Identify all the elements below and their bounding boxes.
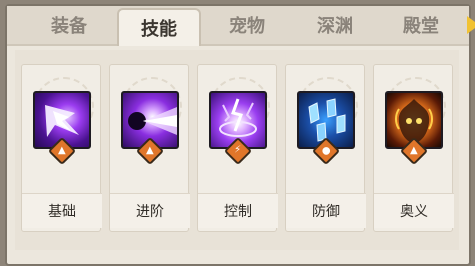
tab-bar: 装备 技能 宠物 深渊 殿堂 — [7, 6, 475, 46]
tab-equipment[interactable]: 装备 — [27, 6, 111, 44]
scroll-right-arrow-icon[interactable] — [467, 16, 475, 34]
tab-abyss[interactable]: 深渊 — [293, 6, 377, 44]
skill-card-basic[interactable]: ▲ 基础 — [21, 64, 102, 232]
skill-card-label: 奥义 — [374, 193, 454, 228]
skill-card-control[interactable]: ⚡ 控制 — [197, 64, 278, 232]
skills-panel: 装备 技能 宠物 深渊 殿堂 ▲ 基础 ▲ 进阶 ⚡ 控制 ● 防御 ▲ 奥义 — [5, 4, 475, 266]
skill-cards-area: ▲ 基础 ▲ 进阶 ⚡ 控制 ● 防御 ▲ 奥义 — [15, 50, 459, 250]
skill-card-label: 基础 — [22, 193, 102, 228]
skill-card-ultimate[interactable]: ▲ 奥义 — [373, 64, 454, 232]
tab-skills[interactable]: 技能 — [117, 8, 201, 46]
skill-card-label: 控制 — [198, 193, 278, 228]
tab-pets[interactable]: 宠物 — [205, 6, 289, 44]
tab-hall[interactable]: 殿堂 — [379, 6, 463, 44]
skill-card-defense[interactable]: ● 防御 — [285, 64, 366, 232]
skill-card-label: 进阶 — [110, 193, 190, 228]
skill-card-label: 防御 — [286, 193, 366, 228]
skill-card-advanced[interactable]: ▲ 进阶 — [109, 64, 190, 232]
